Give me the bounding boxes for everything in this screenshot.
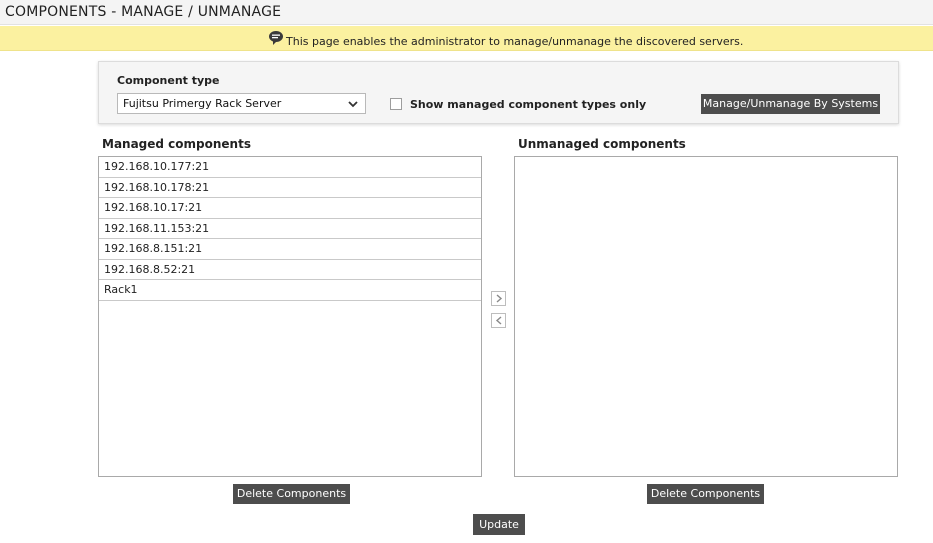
component-type-select[interactable]: Fujitsu Primergy Rack Server xyxy=(117,93,366,114)
component-type-value: Fujitsu Primergy Rack Server xyxy=(123,97,282,110)
speech-bubble-icon xyxy=(269,31,283,45)
show-managed-only-label: Show managed component types only xyxy=(410,98,647,111)
list-item[interactable]: 192.168.11.153:21 xyxy=(99,219,481,239)
managed-components-list[interactable]: 192.168.10.177:21 192.168.10.178:21 192.16… xyxy=(98,156,482,477)
delete-unmanaged-components-button[interactable]: Delete Components xyxy=(647,484,764,504)
manage-by-systems-button[interactable]: Manage/Unmanage By Systems xyxy=(701,94,880,114)
delete-managed-components-button[interactable]: Delete Components xyxy=(233,484,350,504)
chevron-left-icon xyxy=(495,316,502,325)
list-item[interactable]: 192.168.8.52:21 xyxy=(99,260,481,280)
list-item[interactable]: 192.168.10.177:21 xyxy=(99,157,481,178)
unmanaged-components-list[interactable] xyxy=(514,156,898,477)
list-item[interactable]: 192.168.10.178:21 xyxy=(99,178,481,198)
list-item[interactable]: Rack1 xyxy=(99,280,481,301)
chevron-down-icon xyxy=(348,101,358,108)
move-to-managed-button[interactable] xyxy=(491,313,506,328)
chevron-right-icon xyxy=(496,294,503,303)
unmanaged-components-title: Unmanaged components xyxy=(518,137,686,151)
page-title: COMPONENTS - MANAGE / UNMANAGE xyxy=(5,4,282,20)
title-bar: COMPONENTS - MANAGE / UNMANAGE xyxy=(0,0,933,25)
list-item[interactable]: 192.168.8.151:21 xyxy=(99,239,481,260)
info-message: This page enables the administrator to m… xyxy=(286,35,744,48)
move-to-unmanaged-button[interactable] xyxy=(491,291,506,306)
component-type-label: Component type xyxy=(117,74,220,87)
info-banner: This page enables the administrator to m… xyxy=(0,26,933,51)
list-item[interactable]: 192.168.10.17:21 xyxy=(99,198,481,219)
update-button[interactable]: Update xyxy=(473,514,525,535)
filter-panel: Component type Fujitsu Primergy Rack Ser… xyxy=(98,61,899,124)
show-managed-only-checkbox[interactable] xyxy=(390,98,402,110)
managed-components-title: Managed components xyxy=(102,137,251,151)
